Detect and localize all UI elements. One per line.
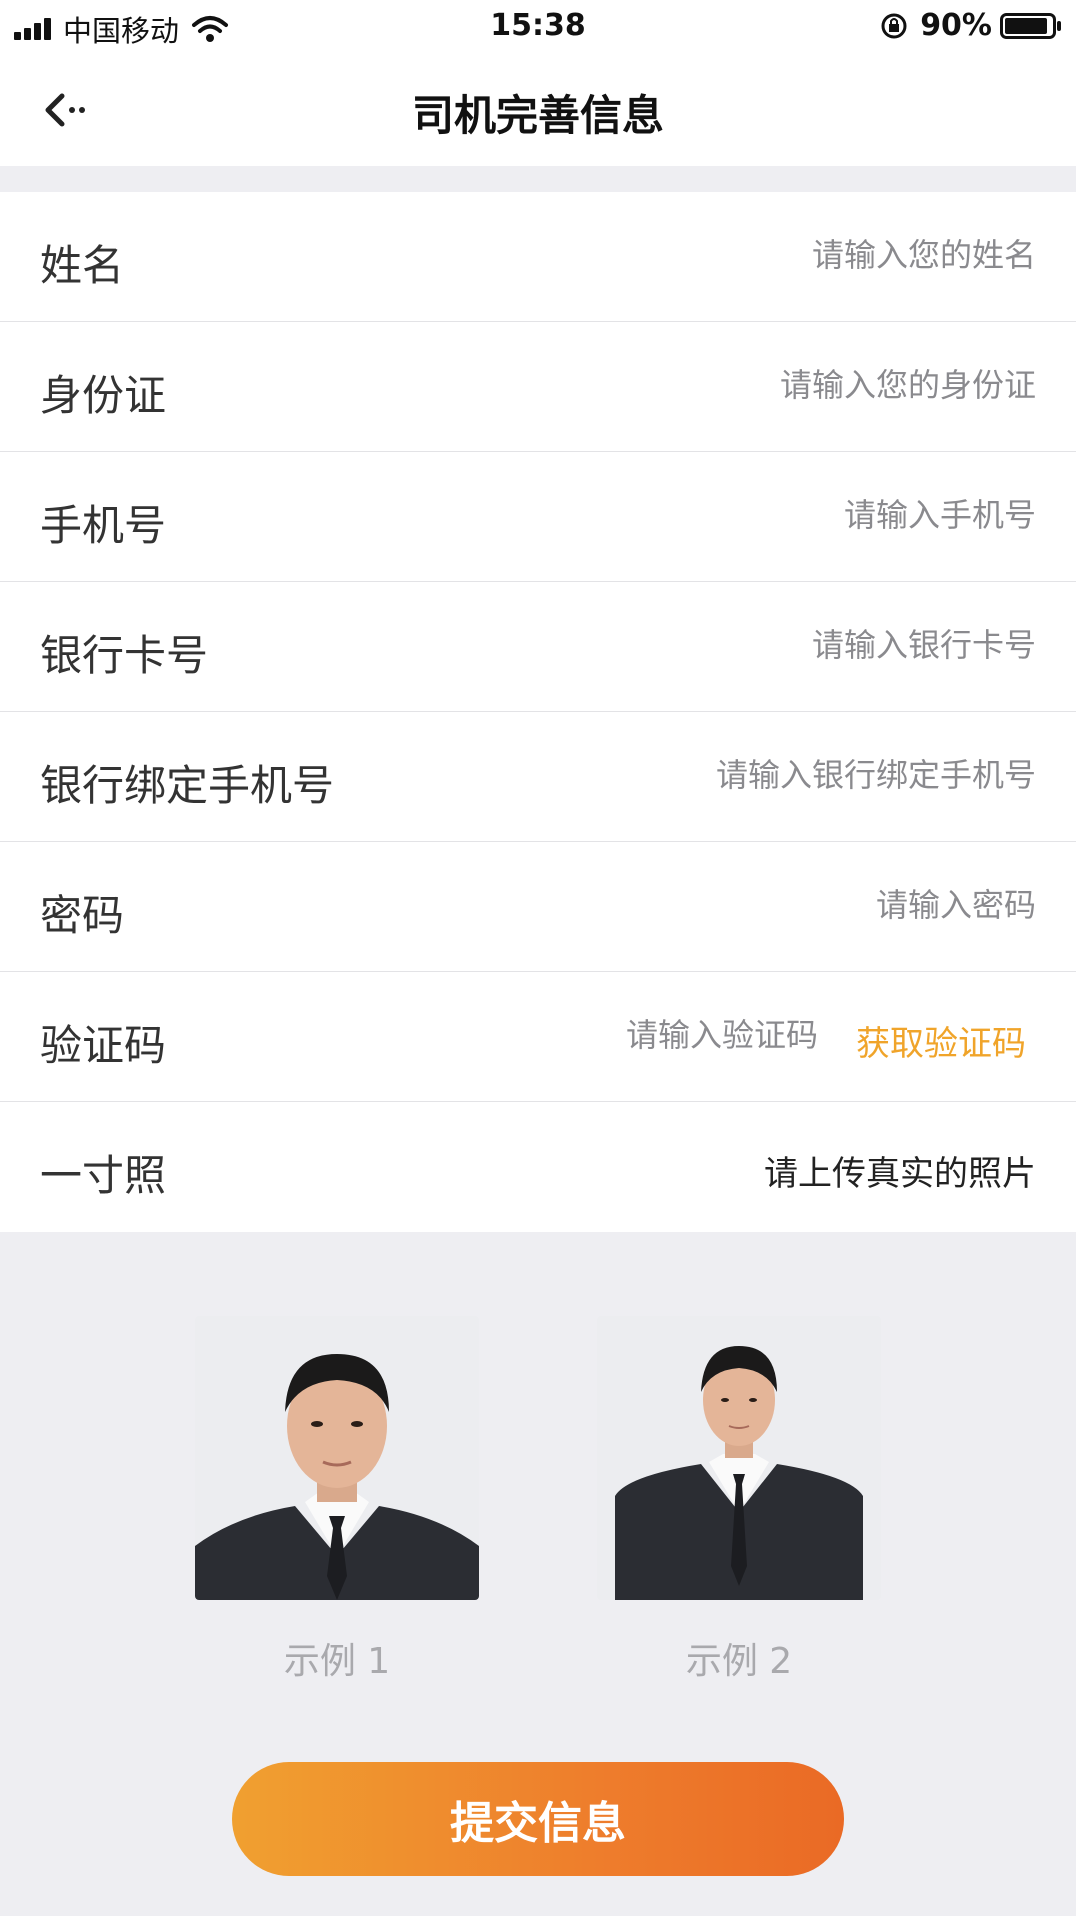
verify-code-input[interactable]	[498, 1016, 818, 1054]
form-row-name: 姓名	[0, 192, 1076, 322]
phone-input[interactable]	[416, 496, 1036, 534]
form-row-id-card: 身份证	[0, 322, 1076, 452]
page-title: 司机完善信息	[411, 91, 664, 140]
photo-upload-link[interactable]: 请上传真实的照片	[764, 1146, 1036, 1195]
battery-percent: 90%	[920, 8, 992, 43]
form-row-bank-phone: 银行绑定手机号	[0, 712, 1076, 842]
rotation-lock-icon	[881, 13, 907, 38]
name-label: 姓名	[40, 241, 125, 290]
sample-photo-2: 示例 2	[597, 1316, 881, 1684]
sample-portrait-1-image	[195, 1316, 479, 1600]
form-row-verify-code: 验证码 获取验证码	[0, 972, 1076, 1102]
name-input[interactable]	[416, 236, 1036, 274]
bank-phone-label: 银行绑定手机号	[40, 761, 335, 810]
get-code-button[interactable]: 获取验证码	[856, 1016, 1026, 1065]
info-form: 姓名 身份证 手机号 银行卡号 银行绑定手机号 密码 验证码 获取验证码 一寸照…	[0, 192, 1076, 1232]
id-card-input[interactable]	[416, 366, 1036, 404]
submit-button[interactable]: 提交信息	[232, 1762, 844, 1876]
form-row-photo: 一寸照 请上传真实的照片	[0, 1102, 1076, 1232]
bank-card-input[interactable]	[416, 626, 1036, 664]
nav-bar: 司机完善信息	[0, 52, 1076, 166]
battery-icon	[1000, 12, 1061, 39]
verify-code-label: 验证码	[40, 1021, 167, 1070]
phone-label: 手机号	[40, 501, 167, 550]
bank-phone-input[interactable]	[416, 756, 1036, 794]
password-label: 密码	[40, 891, 125, 940]
sample-caption-1: 示例 1	[283, 1641, 391, 1682]
sample-portrait-2-image	[597, 1316, 881, 1600]
status-right: 90%	[880, 8, 1062, 43]
sample-photo-1: 示例 1	[195, 1316, 479, 1684]
form-row-bank-card: 银行卡号	[0, 582, 1076, 712]
photo-label: 一寸照	[40, 1151, 167, 1200]
form-row-password: 密码	[0, 842, 1076, 972]
sample-caption-2: 示例 2	[685, 1641, 793, 1682]
status-bar: 中国移动 15:38 90%	[0, 0, 1076, 52]
bank-card-label: 银行卡号	[40, 631, 209, 680]
form-row-phone: 手机号	[0, 452, 1076, 582]
id-card-label: 身份证	[40, 371, 167, 420]
password-input[interactable]	[416, 886, 1036, 924]
